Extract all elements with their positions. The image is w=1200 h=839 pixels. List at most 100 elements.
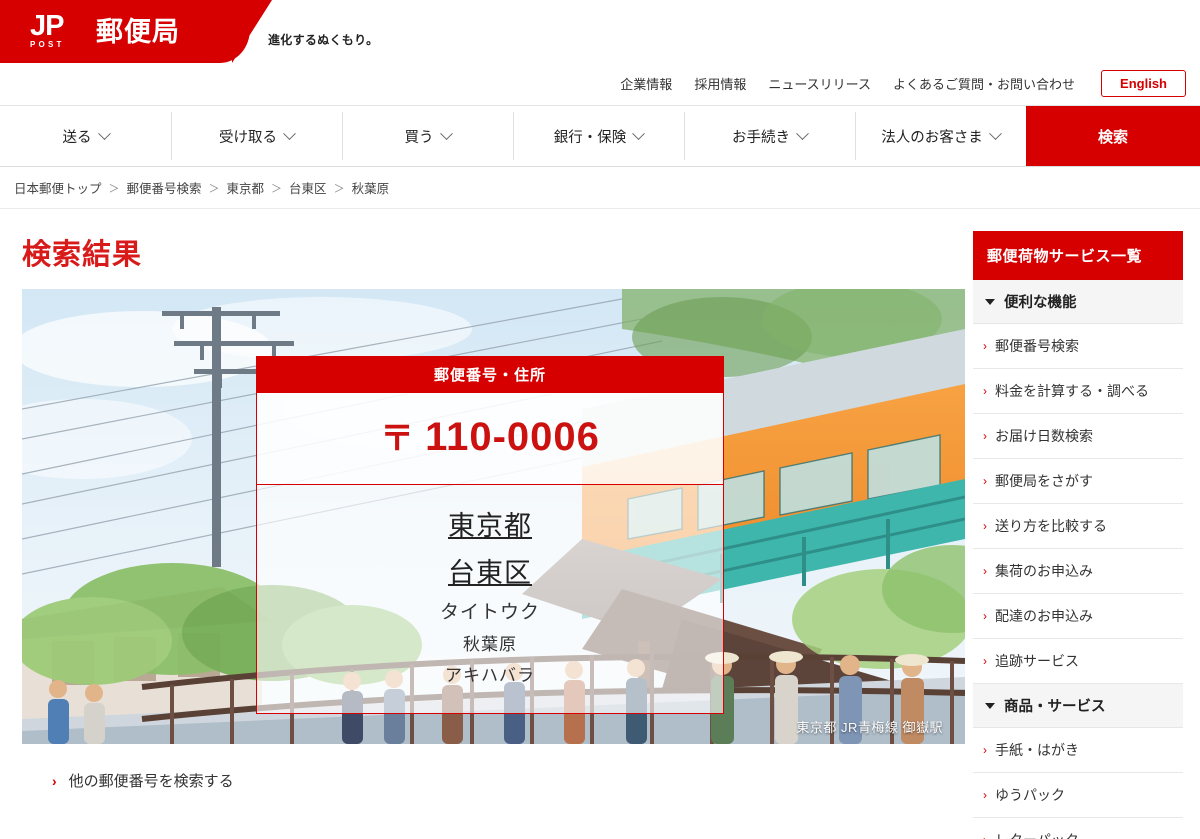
sidebar-item-label: 送り方を比較する — [995, 518, 1107, 534]
sidebar-item-label: お届け日数検索 — [995, 428, 1093, 444]
sidebar: 郵便荷物サービス一覧 便利な機能 › 郵便番号検索 › 料金を計算する・調べる … — [965, 209, 1200, 839]
logo-jp-text: JP — [30, 10, 64, 42]
logo-post-text: POST — [30, 40, 65, 49]
utility-nav: 企業情報 採用情報 ニュースリリース よくあるご質問・お問い合わせ Englis… — [620, 70, 1186, 97]
breadcrumb-separator: ＞ — [208, 182, 220, 195]
sidebar-item-label: 追跡サービス — [995, 653, 1079, 669]
sidebar-item-letters-postcards[interactable]: › 手紙・はがき — [973, 728, 1183, 773]
sidebar-group-products-services[interactable]: 商品・サービス — [973, 684, 1183, 728]
chevron-right-icon: › — [983, 654, 987, 668]
brand-name: 郵便局 — [96, 17, 180, 47]
site-logo[interactable]: JP POST 郵便局 — [30, 11, 180, 53]
nav-label-business: 法人のお客さま — [881, 129, 983, 146]
chevron-right-icon: › — [983, 834, 987, 839]
chevron-down-icon — [796, 126, 809, 140]
breadcrumb-separator: ＞ — [108, 182, 120, 195]
sidebar-group-label: 便利な機能 — [1004, 295, 1077, 311]
chevron-right-icon: › — [983, 384, 987, 398]
sidebar-item-label: 料金を計算する・調べる — [995, 383, 1149, 399]
search-button[interactable]: 検索 — [1026, 106, 1200, 166]
address-city-link[interactable]: 台東区 — [257, 550, 723, 597]
sidebar-item-find-post-office[interactable]: › 郵便局をさがす — [973, 459, 1183, 504]
other-zip-search-label: 他の郵便番号を検索する — [68, 773, 234, 790]
breadcrumb-item-zipsearch[interactable]: 郵便番号検索 — [127, 178, 202, 197]
site-header: JP POST 郵便局 進化するぬくもり。 企業情報 採用情報 ニュースリリース… — [0, 0, 1200, 105]
breadcrumb-item-city[interactable]: 台東区 — [289, 178, 327, 197]
hero-caption: 東京都 JR青梅線 御嶽駅 — [796, 720, 943, 735]
sidebar-item-yu-pack[interactable]: › ゆうパック — [973, 773, 1183, 818]
postal-card-address-area: 東京都 台東区 タイトウク 秋葉原 アキハバラ — [257, 484, 723, 713]
jp-post-logo-icon: JP POST — [30, 11, 82, 53]
sidebar-item-calculate-fee[interactable]: › 料金を計算する・調べる — [973, 369, 1183, 414]
sidebar-title: 郵便荷物サービス一覧 — [973, 231, 1183, 280]
chevron-right-icon: › — [983, 564, 987, 578]
sidebar-item-compare-shipping[interactable]: › 送り方を比較する — [973, 504, 1183, 549]
triangle-down-icon — [985, 298, 995, 305]
chevron-right-icon: › — [983, 788, 987, 802]
sidebar-item-delivery-days[interactable]: › お届け日数検索 — [973, 414, 1183, 459]
chevron-down-icon — [632, 126, 646, 140]
postal-code-digits: 110-0006 — [425, 415, 600, 459]
hero-illustration: 東京都 JR青梅線 御嶽駅 郵便番号・住所 〒 110-0006 東京都 台東区 … — [22, 289, 965, 744]
chevron-down-icon — [988, 126, 1002, 140]
chevron-down-icon — [97, 126, 111, 140]
breadcrumb-separator: ＞ — [271, 182, 283, 195]
postal-code-value: 〒 110-0006 — [257, 410, 723, 466]
breadcrumb: 日本郵便トップ ＞ 郵便番号検索 ＞ 東京都 ＞ 台東区 ＞ 秋葉原 — [0, 167, 1200, 209]
nav-item-procedures[interactable]: お手続き — [684, 106, 855, 166]
address-city-kana: タイトウク — [439, 602, 540, 623]
sidebar-item-label: 配達のお申込み — [995, 608, 1093, 624]
breadcrumb-separator: ＞ — [333, 182, 345, 195]
util-link-news[interactable]: ニュースリリース — [768, 74, 871, 93]
sidebar-item-letter-pack[interactable]: › レターパック — [973, 818, 1183, 839]
main-navigation: 送る 受け取る 買う 銀行・保険 お手続き 法人のお客さま 検索 — [0, 105, 1200, 167]
nav-label-procedures: お手続き — [732, 129, 790, 146]
breadcrumb-item-prefecture[interactable]: 東京都 — [227, 178, 265, 197]
sidebar-item-zip-search[interactable]: › 郵便番号検索 — [973, 324, 1183, 369]
util-link-recruit[interactable]: 採用情報 — [694, 74, 746, 93]
address-town: 秋葉原 — [463, 635, 517, 654]
sidebar-item-pickup-request[interactable]: › 集荷のお申込み — [973, 549, 1183, 594]
page-title: 検索結果 — [22, 239, 143, 271]
chevron-right-icon: › — [983, 474, 987, 488]
nav-item-receive[interactable]: 受け取る — [171, 106, 342, 166]
nav-item-bank-insurance[interactable]: 銀行・保険 — [513, 106, 684, 166]
sidebar-item-label: 郵便局をさがす — [995, 473, 1093, 489]
triangle-down-icon — [985, 702, 995, 709]
sidebar-item-label: 手紙・はがき — [995, 742, 1079, 758]
chevron-right-icon: › — [983, 519, 987, 533]
sidebar-item-label: レターパック — [995, 830, 1079, 839]
main-column: 検索結果 東京都 JR青梅線 御嶽駅 郵便番号・住所 〒 110-0006 東京… — [0, 209, 965, 839]
sidebar-item-label: ゆうパック — [995, 787, 1065, 803]
chevron-right-icon: › — [983, 609, 987, 623]
postal-card-header: 郵便番号・住所 — [257, 357, 723, 393]
nav-label-send: 送る — [62, 129, 92, 146]
breadcrumb-item-town[interactable]: 秋葉原 — [352, 178, 390, 197]
sidebar-group-label: 商品・サービス — [1004, 699, 1106, 715]
nav-item-business[interactable]: 法人のお客さま — [855, 106, 1026, 166]
nav-item-buy[interactable]: 買う — [342, 106, 513, 166]
nav-item-send[interactable]: 送る — [0, 106, 171, 166]
other-zip-search-link[interactable]: › 他の郵便番号を検索する — [0, 744, 965, 791]
sidebar-item-delivery-request[interactable]: › 配達のお申込み — [973, 594, 1183, 639]
sidebar-inner: 郵便荷物サービス一覧 便利な機能 › 郵便番号検索 › 料金を計算する・調べる … — [973, 231, 1183, 839]
chevron-right-icon: › — [983, 339, 987, 353]
chevron-right-icon: › — [983, 429, 987, 443]
sidebar-item-tracking[interactable]: › 追跡サービス — [973, 639, 1183, 684]
chevron-right-icon: › — [983, 743, 987, 757]
nav-label-bank-insurance: 銀行・保険 — [553, 129, 627, 146]
nav-label-receive: 受け取る — [219, 129, 277, 146]
english-button[interactable]: English — [1101, 70, 1186, 97]
site-tagline: 進化するぬくもり。 — [268, 33, 379, 47]
util-link-company[interactable]: 企業情報 — [620, 74, 672, 93]
address-prefecture-link[interactable]: 東京都 — [257, 503, 723, 550]
postal-mark-icon: 〒 — [380, 420, 416, 458]
sidebar-group-useful-functions[interactable]: 便利な機能 — [973, 280, 1183, 324]
util-link-faq[interactable]: よくあるご質問・お問い合わせ — [893, 74, 1075, 93]
breadcrumb-item-top[interactable]: 日本郵便トップ — [14, 178, 102, 197]
postal-card-number-area: 〒 110-0006 — [257, 393, 723, 484]
content-area: 検索結果 東京都 JR青梅線 御嶽駅 郵便番号・住所 〒 110-0006 東京… — [0, 209, 1200, 839]
nav-label-buy: 買う — [404, 129, 434, 146]
page-root: JP POST 郵便局 進化するぬくもり。 企業情報 採用情報 ニュースリリース… — [0, 0, 1200, 839]
chevron-down-icon — [439, 126, 453, 140]
